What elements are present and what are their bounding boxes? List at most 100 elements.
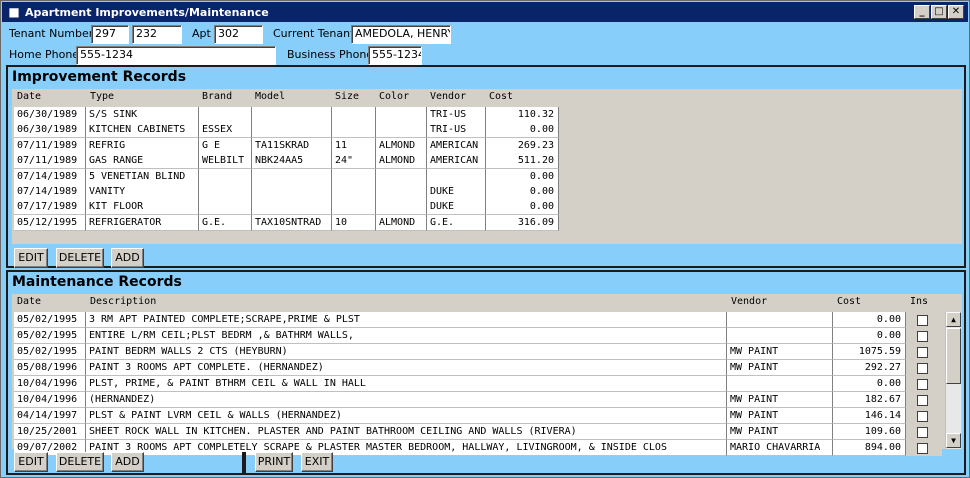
ins-checkbox[interactable] [917, 411, 928, 422]
scroll-thumb[interactable] [946, 328, 961, 384]
table-row[interactable]: 10/04/1996 PLST, PRIME, & PAINT BTHRM CEI… [14, 376, 942, 392]
table-cell[interactable]: S/S SINK [86, 107, 199, 123]
table-cell[interactable]: MW PAINT [727, 408, 833, 424]
improvement-delete-button[interactable]: DELETE [56, 248, 104, 268]
table-cell[interactable]: 07/14/1989 [14, 168, 86, 185]
exit-button[interactable]: EXIT [301, 452, 333, 472]
maintenance-add-button[interactable]: ADD [111, 452, 144, 472]
table-cell[interactable]: REFRIG [86, 137, 199, 154]
table-row[interactable]: 05/02/1995 ENTIRE L/RM CEIL;PLST BEDRM ,&… [14, 328, 942, 344]
table-cell[interactable]: MW PAINT [727, 360, 833, 376]
table-cell[interactable] [376, 168, 427, 185]
table-cell[interactable]: 05/12/1995 [14, 214, 86, 231]
table-cell[interactable]: TRI-US [427, 107, 486, 123]
table-cell[interactable] [727, 328, 833, 344]
table-cell[interactable]: 146.14 [833, 408, 906, 424]
table-cell[interactable]: 24" [332, 153, 376, 170]
table-cell[interactable] [199, 184, 252, 200]
table-cell[interactable]: 0.00 [833, 376, 906, 392]
ins-checkbox[interactable] [917, 427, 928, 438]
table-cell[interactable]: PLST & PAINT LVRM CEIL & WALLS (HERNANDE… [86, 408, 727, 424]
table-cell[interactable]: ESSEX [199, 122, 252, 139]
table-cell[interactable] [252, 168, 332, 185]
table-cell[interactable] [727, 312, 833, 328]
improvement-add-button[interactable]: ADD [111, 248, 144, 268]
maintenance-delete-button[interactable]: DELETE [56, 452, 104, 472]
table-cell[interactable]: PAINT 3 ROOMS APT COMPLETE. (HERNANDEZ) [86, 360, 727, 376]
ins-checkbox[interactable] [917, 331, 928, 342]
table-cell[interactable]: MW PAINT [727, 392, 833, 408]
table-row[interactable]: 05/12/1995 REFRIGERATOR G.E. TAX10SNTRAD 10 A… [14, 214, 559, 231]
table-row[interactable]: 10/04/1996 (HERNANDEZ) MW PAINT 182.67 [14, 392, 942, 408]
minimize-button[interactable]: _ [914, 5, 930, 19]
table-cell[interactable]: 06/30/1989 [14, 107, 86, 123]
table-cell[interactable]: KITCHEN CABINETS [86, 122, 199, 139]
table-cell[interactable]: KIT FLOOR [86, 199, 199, 216]
table-cell[interactable]: PLST, PRIME, & PAINT BTHRM CEIL & WALL I… [86, 376, 727, 392]
table-row[interactable]: 10/25/2001 SHEET ROCK WALL IN KITCHEN. PL… [14, 424, 942, 440]
table-cell[interactable]: G.E. [427, 214, 486, 231]
table-cell[interactable]: WELBILT [199, 153, 252, 170]
table-cell[interactable]: 0.00 [486, 122, 559, 139]
table-cell[interactable]: 07/14/1989 [14, 184, 86, 200]
table-cell[interactable]: 05/02/1995 [14, 328, 86, 344]
table-cell[interactable]: 110.32 [486, 107, 559, 123]
current-tenant-field[interactable]: AMEDOLA, HENRY [351, 25, 451, 44]
table-cell[interactable]: AMERICAN [427, 153, 486, 170]
table-cell[interactable]: 109.60 [833, 424, 906, 440]
table-cell[interactable]: G.E. [199, 214, 252, 231]
ins-checkbox[interactable] [917, 395, 928, 406]
table-cell[interactable] [427, 168, 486, 185]
table-cell[interactable] [252, 122, 332, 139]
table-cell[interactable]: 10 [332, 214, 376, 231]
table-cell[interactable]: GAS RANGE [86, 153, 199, 170]
table-cell[interactable]: VANITY [86, 184, 199, 200]
table-cell[interactable]: 269.23 [486, 137, 559, 154]
table-cell[interactable]: ENTIRE L/RM CEIL;PLST BEDRM ,& BATHRM WA… [86, 328, 727, 344]
tenant-number-field-2[interactable]: 232 [132, 25, 182, 44]
table-cell[interactable] [332, 122, 376, 139]
table-cell[interactable]: 07/11/1989 [14, 137, 86, 154]
scroll-up-icon[interactable]: ▲ [946, 312, 961, 327]
table-cell[interactable]: 0.00 [486, 184, 559, 200]
table-cell[interactable]: PAINT BEDRM WALLS 2 CTS (HEYBURN) [86, 344, 727, 360]
table-cell[interactable]: 3 RM APT PAINTED COMPLETE;SCRAPE,PRIME &… [86, 312, 727, 328]
table-cell[interactable]: 04/14/1997 [14, 408, 86, 424]
table-cell[interactable]: 0.00 [486, 199, 559, 216]
table-cell[interactable]: 0.00 [833, 328, 906, 344]
table-cell[interactable]: MW PAINT [727, 344, 833, 360]
table-cell[interactable]: 5 VENETIAN BLIND [86, 168, 199, 185]
table-cell[interactable]: DUKE [427, 199, 486, 216]
table-cell[interactable] [332, 168, 376, 185]
table-cell[interactable]: AMERICAN [427, 137, 486, 154]
table-cell[interactable]: TAX10SNTRAD [252, 214, 332, 231]
table-row[interactable]: 04/14/1997 PLST & PAINT LVRM CEIL & WALLS… [14, 408, 942, 424]
table-cell[interactable]: ALMOND [376, 214, 427, 231]
business-phone-field[interactable]: 555-1234 [368, 46, 422, 65]
table-cell[interactable]: 894.00 [833, 440, 906, 456]
table-row[interactable]: 07/14/1989 5 VENETIAN BLIND 0.00 [14, 168, 559, 185]
table-row[interactable]: 05/08/1996 PAINT 3 ROOMS APT COMPLETE. (H… [14, 360, 942, 376]
table-cell[interactable]: 05/08/1996 [14, 360, 86, 376]
table-cell[interactable]: TA11SKRAD [252, 137, 332, 154]
ins-checkbox[interactable] [917, 379, 928, 390]
table-cell[interactable]: REFRIGERATOR [86, 214, 199, 231]
table-row[interactable]: 09/07/2002 PAINT 3 ROOMS APT COMPLETELY S… [14, 440, 942, 456]
table-row[interactable]: 06/30/1989 S/S SINK TRI-US 110.32 [14, 107, 559, 123]
table-cell[interactable]: 0.00 [486, 168, 559, 185]
table-row[interactable]: 06/30/1989 KITCHEN CABINETS ESSEX TRI-US 0.0… [14, 122, 559, 139]
table-cell[interactable]: G E [199, 137, 252, 154]
table-cell[interactable]: (HERNANDEZ) [86, 392, 727, 408]
table-cell[interactable] [332, 199, 376, 216]
table-cell[interactable]: 511.20 [486, 153, 559, 170]
table-cell[interactable]: 182.67 [833, 392, 906, 408]
table-cell[interactable]: 05/02/1995 [14, 344, 86, 360]
table-cell[interactable]: 11 [332, 137, 376, 154]
table-cell[interactable]: PAINT 3 ROOMS APT COMPLETELY SCRAPE & PL… [86, 440, 727, 456]
table-cell[interactable]: SHEET ROCK WALL IN KITCHEN. PLASTER AND … [86, 424, 727, 440]
table-cell[interactable] [727, 376, 833, 392]
home-phone-field[interactable]: 555-1234 [76, 46, 276, 65]
table-cell[interactable]: 10/25/2001 [14, 424, 86, 440]
maximize-button[interactable]: □ [931, 5, 947, 19]
table-cell[interactable]: 1075.59 [833, 344, 906, 360]
